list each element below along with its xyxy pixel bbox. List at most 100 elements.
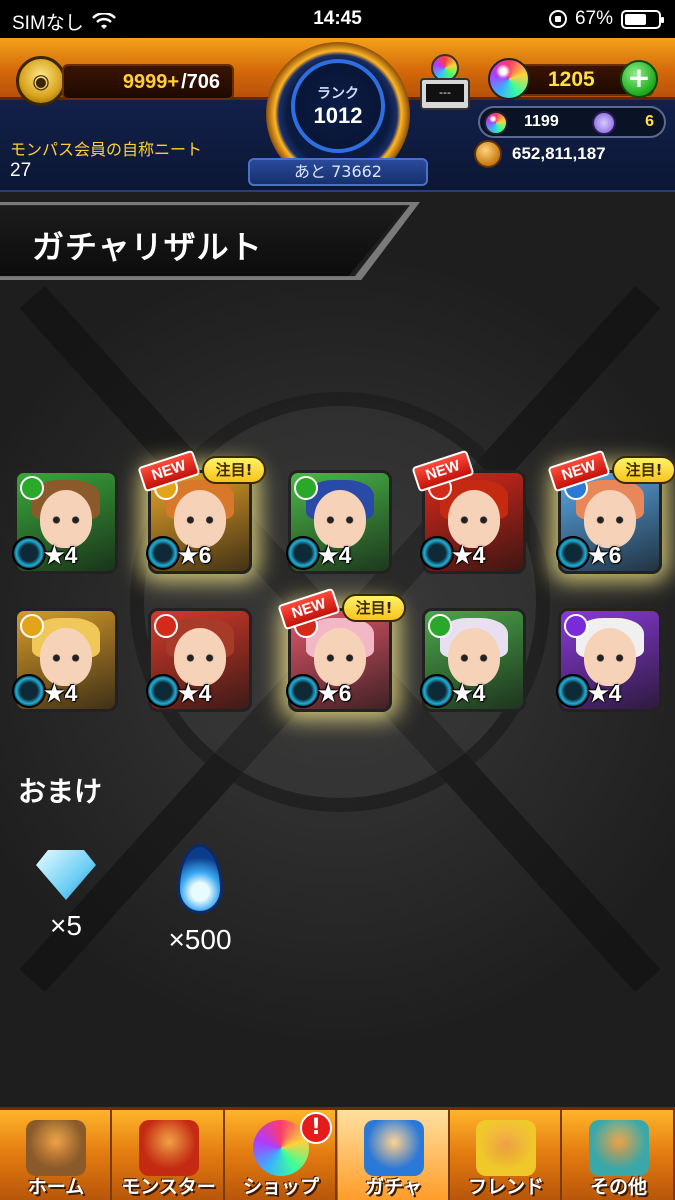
gacha-display: --- [426,84,464,102]
bonus-item-soul: ×500 [150,844,250,956]
soul-icon [286,536,320,570]
bonus-heading: おまけ [18,775,103,808]
monster-eyes [594,654,626,662]
monster-eyes [324,516,356,524]
monster-card[interactable]: ★4 [556,608,662,712]
rotation-lock-icon [548,10,567,28]
monster-card[interactable]: ★4 [12,608,118,712]
diamond-icon [36,850,96,900]
rarity-stars: ★6 [178,542,212,568]
rarity-stars: ★4 [452,542,486,568]
special-orb-count: 6 [645,113,654,130]
monster-eyes [184,654,216,662]
battery-icon [621,9,664,29]
soul-icon [146,536,180,570]
nav-item-0[interactable]: ホーム [0,1110,112,1200]
rank-next-exp: あと 73662 [248,158,428,186]
status-bar: SIMなし 14:45 67% [0,0,675,38]
attribute-icon-light [20,614,44,638]
rarity-stars: ★4 [588,680,622,706]
soul-icon [146,674,180,708]
nav-item-5[interactable]: その他 [563,1110,675,1200]
bottom-nav: ホーム モンスター ショップ ガチャ フレンド その他 [0,1107,675,1200]
gacha-character-icon [363,1120,424,1176]
monster-eyes [50,516,82,524]
rarity-stars: ★4 [44,542,78,568]
nav-label: その他 [589,1176,647,1198]
nav-item-3[interactable]: ガチャ [337,1110,450,1200]
monster-eyes [324,654,356,662]
orb-icon [488,58,530,100]
nav-label: ショップ [242,1176,319,1198]
coin-count: 652,811,187 [512,144,606,163]
orb-small-icon [484,111,508,135]
battery-percent: 67% [574,8,613,29]
nav-label: ホーム [27,1176,85,1198]
dragon-icon [138,1120,199,1176]
stamina-bar[interactable]: 9999+ /706 [62,64,234,100]
monster-card[interactable]: ★6 NEW 注目! [277,587,406,712]
soul-icon [286,674,320,708]
nav-item-1[interactable]: モンスター [113,1110,225,1200]
stamina-max: /706 [181,70,220,93]
monster-card[interactable]: ★6 NEW 注目! [137,449,266,574]
orb-small-count: 1199 [524,113,559,130]
nav-label: ガチャ [365,1176,422,1198]
status-right: 67% [548,8,664,30]
soul-icon [556,536,590,570]
soul-icon [420,536,454,570]
monster-card[interactable]: ★4 NEW [411,449,526,574]
soul-flame-icon [177,844,223,914]
user-name: モンパス会員の自称ニート [10,140,203,159]
user-sub-value: 27 [10,160,32,181]
rarity-stars: ★4 [318,542,352,568]
shop-alert-badge: ! [300,1112,332,1144]
monster-eyes [594,516,626,524]
friends-icon [476,1120,536,1176]
monster-eyes [458,516,490,524]
rank-circle: ランク 1012 [291,59,385,153]
stamina-current: 9999+ [122,70,180,93]
nav-item-4[interactable]: フレンド [450,1110,562,1200]
soul-icon [12,674,46,708]
nav-label: モンスター [121,1176,216,1198]
rarity-stars: ★4 [452,680,486,706]
bonus-item-diamond: ×5 [16,850,116,942]
gacha-machine-icon[interactable]: --- [420,54,470,112]
monster-card[interactable]: ★4 [420,608,526,712]
soul-icon [420,674,454,708]
coin-icon [474,140,502,168]
monster-card[interactable]: ★4 [12,470,118,574]
rank-label: ランク [317,86,359,102]
stamina-icon: ◉ [16,56,66,106]
featured-badge: 注目! [342,594,406,622]
attribute-icon-wood [428,614,452,638]
special-orb-icon [592,111,616,135]
page-title: ガチャリザルト [32,228,263,266]
bonus-qty: ×500 [168,924,232,955]
monster-eyes [184,516,216,524]
rarity-stars: ★6 [588,542,622,568]
soul-icon [556,674,590,708]
rank-value: 1012 [313,103,363,128]
battery-fill [625,13,647,25]
other-icon [588,1120,649,1176]
attribute-icon-wood [20,476,44,500]
attribute-icon-fire [154,614,178,638]
monster-eyes [458,654,490,662]
monster-card[interactable]: ★4 [146,608,252,712]
rarity-stars: ★6 [318,680,352,706]
attribute-icon-dark [564,614,588,638]
rarity-stars: ★4 [44,680,78,706]
monster-card[interactable]: ★4 [286,470,392,574]
monster-eyes [50,654,82,662]
rarity-stars: ★4 [178,680,212,706]
featured-badge: 注目! [612,456,675,484]
bonus-qty: ×5 [50,910,82,941]
monster-card[interactable]: ★6 NEW 注目! [547,449,675,574]
nav-label: フレンド [467,1176,544,1198]
orb-detail-panel[interactable]: 1199 6 [478,106,666,138]
attribute-icon-wood [294,476,318,500]
home-gate-icon [26,1120,86,1176]
buy-orbs-button[interactable]: + [620,60,658,98]
